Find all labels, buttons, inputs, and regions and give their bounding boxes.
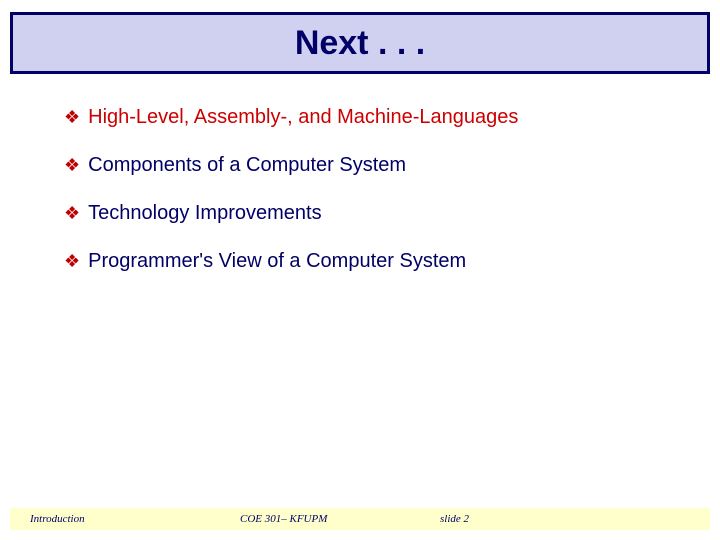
bullet-label: Technology Improvements: [88, 200, 321, 226]
footer-band: Introduction COE 301– KFUPM slide 2: [10, 508, 710, 530]
title-band: Next . . .: [10, 12, 710, 74]
diamond-bullet-icon: ❖: [64, 200, 80, 226]
footer-center: COE 301– KFUPM: [240, 513, 327, 525]
list-item: ❖ Components of a Computer System: [64, 152, 680, 178]
bullet-label: High-Level, Assembly-, and Machine-Langu…: [88, 104, 518, 130]
bullet-label: Programmer's View of a Computer System: [88, 248, 466, 274]
diamond-bullet-icon: ❖: [64, 248, 80, 274]
diamond-bullet-icon: ❖: [64, 104, 80, 130]
slide: Next . . . ❖ High-Level, Assembly-, and …: [0, 0, 720, 540]
bullet-label: Components of a Computer System: [88, 152, 406, 178]
content-area: ❖ High-Level, Assembly-, and Machine-Lan…: [64, 104, 680, 296]
footer-right: slide 2: [440, 513, 469, 525]
title-inner: Next . . .: [13, 15, 707, 71]
list-item: ❖ Programmer's View of a Computer System: [64, 248, 680, 274]
list-item: ❖ High-Level, Assembly-, and Machine-Lan…: [64, 104, 680, 130]
slide-title: Next . . .: [295, 24, 425, 63]
list-item: ❖ Technology Improvements: [64, 200, 680, 226]
diamond-bullet-icon: ❖: [64, 152, 80, 178]
footer-left: Introduction: [30, 513, 85, 525]
